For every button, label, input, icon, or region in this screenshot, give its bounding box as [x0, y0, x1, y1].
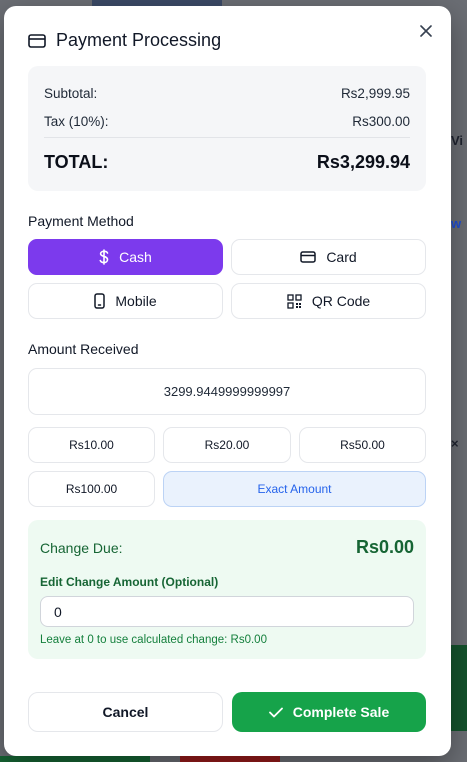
smartphone-icon — [94, 293, 106, 309]
exact-amount-button[interactable]: Exact Amount — [163, 471, 426, 507]
quick-amount-label: Rs100.00 — [65, 482, 118, 496]
payment-method-label: Payment Method — [28, 213, 134, 229]
tax-value: Rs300.00 — [352, 114, 410, 129]
edit-change-label: Edit Change Amount (Optional) — [40, 575, 219, 589]
background-element: × — [451, 436, 459, 451]
amount-received-value: 3299.9449999999997 — [163, 384, 291, 399]
change-due-panel: Change Due: Rs0.00 Edit Change Amount (O… — [28, 520, 426, 659]
change-due-value: Rs0.00 — [355, 537, 414, 557]
payment-method-mobile-label: Mobile — [115, 293, 157, 309]
total-value: Rs3,299.94 — [316, 152, 410, 172]
quick-amount-button[interactable]: Rs20.00 — [163, 427, 291, 463]
edit-change-value: 0 — [54, 603, 62, 620]
cancel-button[interactable]: Cancel — [28, 692, 223, 732]
background-element: Vi — [451, 133, 464, 148]
close-icon — [420, 25, 432, 37]
complete-sale-button[interactable]: Complete Sale — [232, 692, 426, 732]
quick-amount-button[interactable]: Rs100.00 — [28, 471, 155, 507]
payment-method-qr-label: QR Code — [311, 293, 371, 309]
modal-title: Payment Processing — [56, 30, 222, 50]
payment-modal: Payment Processing Subtotal: Rs2,999.95 … — [4, 6, 451, 756]
dollar-icon — [99, 249, 109, 265]
payment-method-card[interactable]: Card — [231, 239, 426, 275]
quick-amount-label: Rs50.00 — [340, 438, 385, 452]
total-label: TOTAL: — [44, 152, 109, 172]
subtotal-label: Subtotal: — [44, 86, 98, 101]
summary-divider — [44, 137, 410, 138]
change-due-label: Change Due: — [40, 540, 123, 556]
payment-method-qr[interactable]: QR Code — [231, 283, 426, 319]
qr-code-icon — [287, 293, 302, 309]
quick-amount-label: Rs10.00 — [69, 438, 114, 452]
payment-method-mobile[interactable]: Mobile — [28, 283, 223, 319]
background-element: w — [451, 216, 462, 231]
quick-amount-button[interactable]: Rs50.00 — [299, 427, 426, 463]
modal-header: Payment Processing — [28, 30, 221, 51]
subtotal-row: Subtotal: Rs2,999.95 — [44, 86, 410, 101]
payment-method-cash-label: Cash — [119, 249, 152, 265]
amount-received-input[interactable]: 3299.9449999999997 — [28, 368, 426, 415]
cancel-button-label: Cancel — [102, 704, 149, 720]
quick-amount-label: Rs20.00 — [204, 438, 250, 452]
order-summary: Subtotal: Rs2,999.95 Tax (10%): Rs300.00… — [28, 66, 426, 191]
background-element — [180, 756, 280, 762]
exact-amount-label: Exact Amount — [257, 482, 332, 496]
check-icon — [268, 707, 283, 717]
quick-amount-button[interactable]: Rs10.00 — [28, 427, 155, 463]
credit-card-icon — [28, 33, 46, 48]
payment-method-card-label: Card — [326, 249, 357, 265]
payment-method-cash[interactable]: Cash — [28, 239, 223, 275]
credit-card-icon — [300, 251, 317, 263]
background-element — [451, 645, 467, 731]
complete-sale-label: Complete Sale — [292, 704, 390, 720]
amount-received-label: Amount Received — [28, 341, 139, 357]
edit-change-input[interactable]: 0 — [40, 596, 414, 627]
subtotal-value: Rs2,999.95 — [340, 86, 410, 101]
background-element — [0, 756, 150, 762]
tax-label: Tax (10%): — [44, 114, 109, 129]
total-row: TOTAL: Rs3,299.94 — [44, 152, 410, 173]
tax-row: Tax (10%): Rs300.00 — [44, 114, 410, 129]
change-hint: Leave at 0 to use calculated change: Rs0… — [40, 634, 267, 646]
close-button[interactable] — [415, 20, 437, 42]
